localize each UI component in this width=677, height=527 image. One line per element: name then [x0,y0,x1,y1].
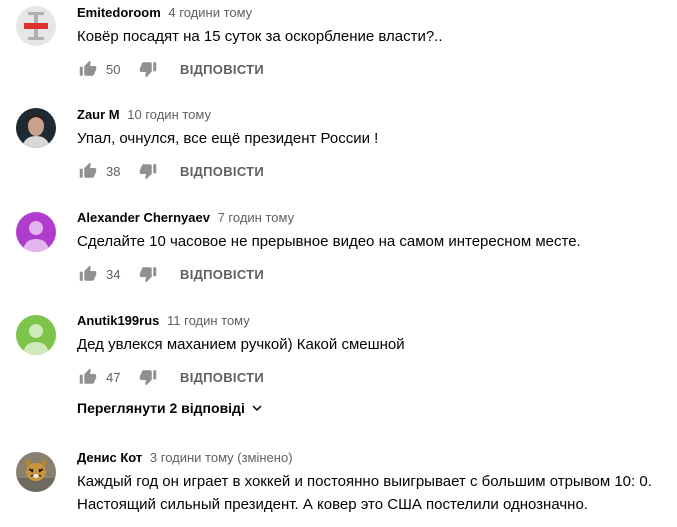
dislike-button[interactable] [136,365,160,389]
thumb-up-icon [79,162,97,178]
reply-button[interactable]: ВІДПОВІСТИ [180,267,264,282]
thumb-down-icon [139,370,157,386]
dislike-button[interactable] [136,159,160,183]
like-button[interactable] [76,57,100,81]
comment-author[interactable]: Денис Кот [77,450,142,465]
comment-actions: 38 ВІДПОВІСТИ [77,159,669,183]
comment-author[interactable]: Alexander Chernyaev [77,210,210,225]
dislike-button[interactable] [136,262,160,286]
like-count: 47 [106,369,121,385]
like-count: 34 [106,266,121,282]
avatar[interactable] [16,452,56,492]
comment-timestamp[interactable]: 10 годин тому [127,107,211,122]
dislike-button[interactable] [136,57,160,81]
default-user-avatar-icon [16,315,56,355]
comment-timestamp[interactable]: 7 годин тому [218,210,295,225]
avatar[interactable] [16,212,56,252]
like-button[interactable] [76,159,100,183]
view-replies-button[interactable]: Переглянути 2 відповіді [77,400,265,416]
reply-button[interactable]: ВІДПОВІСТИ [180,370,264,385]
default-user-avatar-icon [16,212,56,252]
logo-avatar-icon [16,6,56,46]
like-count: 38 [106,163,121,179]
tiger-photo-avatar-icon [16,452,56,492]
comment-text: Ковёр посадят на 15 суток за оскорбление… [77,28,443,45]
chevron-down-icon [252,405,262,412]
thumb-down-icon [139,164,157,180]
thumb-down-icon [139,62,157,78]
thumb-up-icon [79,60,97,76]
reply-button[interactable]: ВІДПОВІСТИ [180,62,264,77]
comment-actions: 34 ВІДПОВІСТИ [77,262,669,286]
thumb-up-icon [79,368,97,384]
comment-timestamp[interactable]: 3 години тому (змінено) [150,450,293,465]
avatar[interactable] [16,6,56,46]
comment-timestamp[interactable]: 4 години тому [168,5,252,20]
comment-text: Упал, очнулся, все ещё президент России … [77,130,379,147]
comment-text: Каждый год он играет в хоккей и постоянн… [77,473,652,513]
comment-author[interactable]: Emitedoroom [77,5,161,20]
view-replies-label: Переглянути 2 відповіді [77,400,245,416]
comment-author[interactable]: Zaur M [77,107,120,122]
reply-button[interactable]: ВІДПОВІСТИ [180,164,264,179]
avatar[interactable] [16,108,56,148]
comment-timestamp[interactable]: 11 годин тому [167,313,250,328]
like-count: 50 [106,61,121,77]
thumb-down-icon [139,267,157,283]
thumb-up-icon [79,265,97,281]
comment-text: Сделайте 10 часовое не прерывное видео н… [77,233,581,250]
photo-avatar-icon [16,108,56,148]
avatar[interactable] [16,315,56,355]
comment-text: Дед увлекся маханием ручкой) Какой смешн… [77,336,405,353]
like-button[interactable] [76,365,100,389]
comment-author[interactable]: Anutik199rus [77,313,159,328]
comment-actions: 47 ВІДПОВІСТИ [77,365,669,389]
like-button[interactable] [76,262,100,286]
comment-actions: 50 ВІДПОВІСТИ [77,57,669,81]
